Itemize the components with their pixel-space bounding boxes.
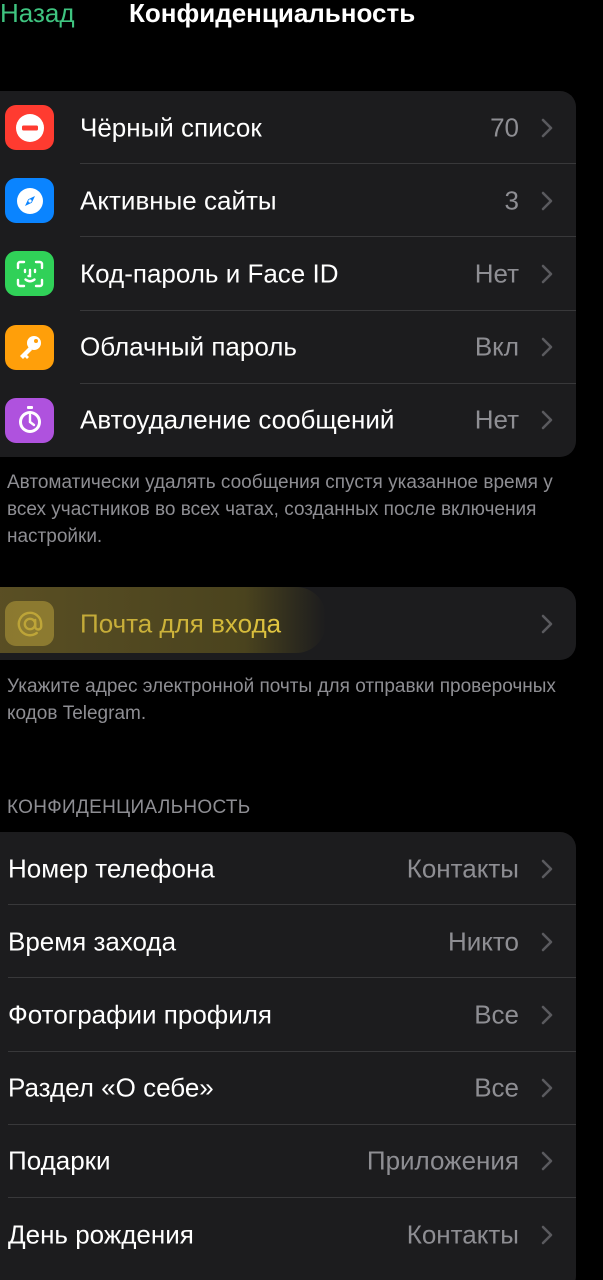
email-group: Почта для входа (0, 587, 576, 660)
passcode-face-id-row[interactable]: Код-пароль и Face ID Нет (0, 237, 576, 311)
key-icon (5, 324, 54, 370)
row-label: Номер телефона (8, 853, 215, 884)
login-email-row[interactable]: Почта для входа (0, 587, 576, 660)
last-seen-row[interactable]: Время захода Никто (0, 905, 576, 979)
chevron-right-icon (541, 118, 553, 137)
row-label: День рождения (8, 1219, 194, 1250)
row-label: Чёрный список (80, 112, 262, 143)
privacy-settings-screen: Назад Конфиденциальность Чёрный список 7… (0, 0, 603, 1280)
chevron-right-icon (541, 859, 553, 878)
timer-icon (5, 397, 54, 443)
compass-icon (5, 178, 54, 224)
row-value: Контакты (406, 1219, 519, 1250)
bio-row[interactable]: Раздел «О себе» Все (0, 1052, 576, 1125)
row-label: Автоудаление сообщений (80, 404, 395, 435)
privacy-group: Номер телефона Контакты Время захода Ник… (0, 832, 576, 1280)
row-label: Облачный пароль (80, 331, 297, 362)
row-label: Время захода (8, 926, 177, 957)
back-button[interactable]: Назад (0, 0, 75, 29)
active-websites-row[interactable]: Активные сайты 3 (0, 164, 576, 238)
row-value: 3 (504, 185, 519, 216)
page-title: Конфиденциальность (129, 0, 416, 28)
auto-delete-messages-row[interactable]: Автоудаление сообщений Нет (0, 384, 576, 457)
chevron-right-icon (541, 191, 553, 211)
at-icon (5, 601, 54, 646)
row-label: Почта для входа (80, 608, 282, 638)
chevron-right-icon (541, 264, 553, 284)
email-footer: Укажите адрес электронной почты для отпр… (7, 676, 556, 724)
row-value: Нет (474, 258, 519, 289)
security-group: Чёрный список 70 Активные сайты 3 Код-па… (0, 91, 576, 457)
chevron-right-icon (541, 337, 553, 357)
row-label: Код-пароль и Face ID (80, 258, 339, 289)
section-header-privacy: КОНФИДЕНЦИАЛЬНОСТЬ (7, 797, 251, 818)
chevron-right-icon (541, 1152, 553, 1171)
navigation-bar: Назад Конфиденциальность (0, 0, 603, 36)
profile-photos-row[interactable]: Фотографии профиля Все (0, 978, 576, 1052)
chevron-right-icon (541, 932, 553, 952)
row-value: Все (474, 1072, 519, 1103)
row-value: 70 (490, 112, 519, 143)
phone-number-row[interactable]: Номер телефона Контакты (0, 832, 576, 906)
row-value: Вкл (474, 331, 519, 362)
row-value: Все (474, 999, 519, 1030)
block-icon (5, 105, 54, 150)
row-value: Приложения (366, 1145, 519, 1176)
row-value: Никто (447, 926, 519, 957)
blocked-users-row[interactable]: Чёрный список 70 (0, 91, 576, 165)
row-label: Раздел «О себе» (8, 1072, 214, 1103)
chevron-right-icon (541, 1225, 553, 1244)
chevron-right-icon (541, 1005, 553, 1025)
row-label: Активные сайты (80, 185, 277, 216)
row-label: Фотографии профиля (8, 999, 272, 1030)
birthday-row[interactable]: День рождения Контакты (0, 1198, 576, 1271)
chevron-right-icon (541, 614, 553, 633)
cloud-password-row[interactable]: Облачный пароль Вкл (0, 311, 576, 384)
chevron-right-icon (541, 1078, 553, 1098)
row-label: Подарки (8, 1145, 111, 1176)
row-value: Контакты (406, 853, 519, 884)
face-id-icon (5, 251, 54, 297)
auto-delete-footer: Автоматически удалять сообщения спустя у… (7, 472, 553, 547)
gifts-row[interactable]: Подарки Приложения (0, 1125, 576, 1198)
row-value: Нет (474, 404, 519, 435)
chevron-right-icon (541, 411, 553, 430)
